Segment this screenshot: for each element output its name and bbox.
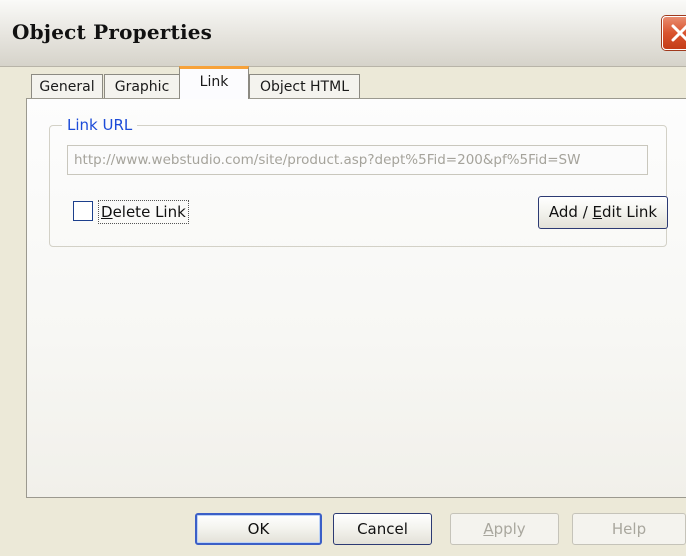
tab-general[interactable]: General [31, 74, 103, 98]
tab-panel-link: Link URL http://www.webstudio.com/site/p… [26, 98, 686, 498]
delete-link-label-rest: elete Link [112, 203, 186, 221]
help-button[interactable]: Help [572, 513, 686, 545]
add-edit-label-rest: dit Link [602, 203, 658, 221]
close-icon [671, 24, 686, 42]
delete-link-mnemonic: D [101, 203, 113, 221]
title-bar: Object Properties [0, 0, 686, 67]
add-edit-link-button[interactable]: Add / Edit Link [538, 196, 668, 229]
window-title: Object Properties [12, 20, 213, 44]
delete-link-checkbox[interactable] [73, 201, 93, 221]
close-button[interactable] [662, 16, 686, 50]
ok-button[interactable]: OK [195, 513, 322, 545]
delete-link-label[interactable]: Delete Link [98, 200, 189, 224]
link-url-group-label: Link URL [62, 115, 138, 135]
add-edit-mnemonic: E [592, 203, 603, 221]
apply-label-rest: pply [493, 520, 526, 538]
add-edit-label-prefix: Add / [548, 203, 593, 221]
tab-graphic[interactable]: Graphic [104, 74, 180, 98]
apply-mnemonic: A [483, 520, 494, 538]
tab-object-html[interactable]: Object HTML [249, 74, 360, 98]
tab-link[interactable]: Link [179, 66, 249, 99]
apply-button[interactable]: Apply [450, 513, 559, 545]
link-url-field[interactable]: http://www.webstudio.com/site/product.as… [67, 145, 648, 175]
cancel-button[interactable]: Cancel [333, 513, 432, 545]
link-url-group: Link URL http://www.webstudio.com/site/p… [49, 115, 668, 247]
dialog-window: Object Properties General Graphic Link O… [0, 0, 686, 556]
